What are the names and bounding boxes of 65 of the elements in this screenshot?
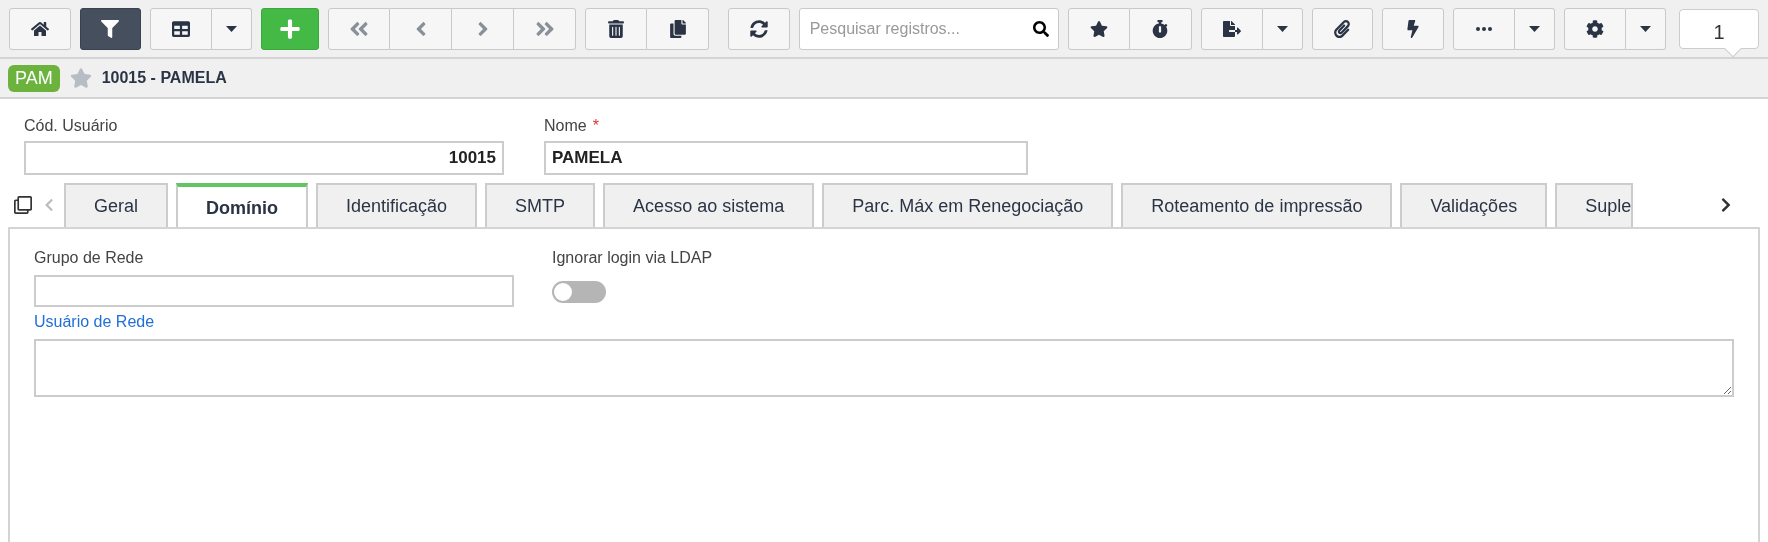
dropdown-button[interactable]	[212, 7, 253, 50]
text-field[interactable]: PAMELA	[544, 141, 1028, 175]
favorite-button[interactable]	[1067, 7, 1130, 50]
home-button[interactable]	[9, 7, 71, 50]
settings-icon	[1585, 19, 1604, 38]
timer-button[interactable]	[1129, 7, 1192, 50]
dropdown-button[interactable]	[1514, 7, 1555, 50]
input-field[interactable]	[34, 275, 514, 307]
settings-button[interactable]	[1563, 7, 1626, 50]
text-area[interactable]	[34, 339, 1734, 397]
field-label: Usuário de Rede	[34, 313, 156, 332]
dropdown-button[interactable]	[1625, 7, 1666, 50]
action-button[interactable]	[1382, 7, 1444, 50]
stopwatch-icon	[1151, 19, 1170, 38]
attach-button[interactable]	[1311, 7, 1374, 50]
first-button[interactable]	[328, 7, 390, 50]
caret-icon	[1639, 25, 1651, 32]
required-mark: *	[592, 117, 599, 136]
tab[interactable]: Roteamento de impressão	[1121, 183, 1393, 227]
record-badge: PAM	[8, 64, 60, 92]
star-icon	[1089, 19, 1108, 38]
home-icon	[30, 19, 49, 38]
caret-icon	[226, 25, 238, 32]
more-button[interactable]	[1452, 7, 1515, 50]
text-field[interactable]: 10015	[24, 141, 504, 175]
table-icon	[172, 19, 191, 38]
tab[interactable]: Geral	[64, 183, 168, 227]
add-button[interactable]	[261, 7, 319, 50]
trash-icon	[607, 19, 625, 38]
search-icon	[1032, 20, 1049, 37]
tab[interactable]: Validações	[1400, 183, 1548, 227]
tab[interactable]: Identificação	[316, 183, 478, 227]
field-label: Cód. Usuário	[24, 117, 118, 136]
grid-view-button[interactable]	[150, 7, 213, 50]
refresh-icon	[749, 19, 768, 38]
tab[interactable]: Parc. Máx em Renegociação	[822, 183, 1114, 227]
refresh-button[interactable]	[728, 7, 790, 50]
star-icon[interactable]	[69, 67, 92, 89]
last-button[interactable]	[514, 7, 576, 50]
field-label: Ignorar login via LDAP	[552, 249, 714, 268]
toggle-switch[interactable]	[552, 281, 606, 303]
field-label: Grupo de Rede	[34, 249, 145, 268]
tab[interactable]: Suple	[1555, 183, 1634, 227]
next-button[interactable]	[452, 7, 514, 50]
search-field[interactable]: Pesquisar registros...	[798, 7, 1059, 50]
caret-icon	[1276, 25, 1288, 32]
dropdown-button[interactable]	[1262, 7, 1303, 50]
export-button[interactable]	[1200, 7, 1263, 50]
filter-button[interactable]	[79, 7, 142, 50]
previous-button[interactable]	[390, 7, 452, 50]
plus-icon	[279, 17, 302, 40]
tab[interactable]: SMTP	[485, 183, 596, 227]
tab[interactable]: Domínio	[176, 183, 308, 227]
copy-button[interactable]	[647, 7, 709, 50]
caret-icon	[1528, 25, 1540, 32]
field-label: Nome	[544, 117, 587, 136]
page-number: 1	[1678, 8, 1759, 49]
delete-button[interactable]	[585, 7, 647, 50]
record-title: 10015 - PAMELA	[101, 69, 227, 87]
copy-icon	[668, 19, 687, 38]
paperclip-icon	[1333, 19, 1352, 38]
ellipsis-icon	[1475, 26, 1492, 31]
filter-icon	[101, 19, 120, 38]
file-export-icon	[1222, 19, 1241, 38]
tab[interactable]: Acesso ao sistema	[603, 183, 815, 227]
